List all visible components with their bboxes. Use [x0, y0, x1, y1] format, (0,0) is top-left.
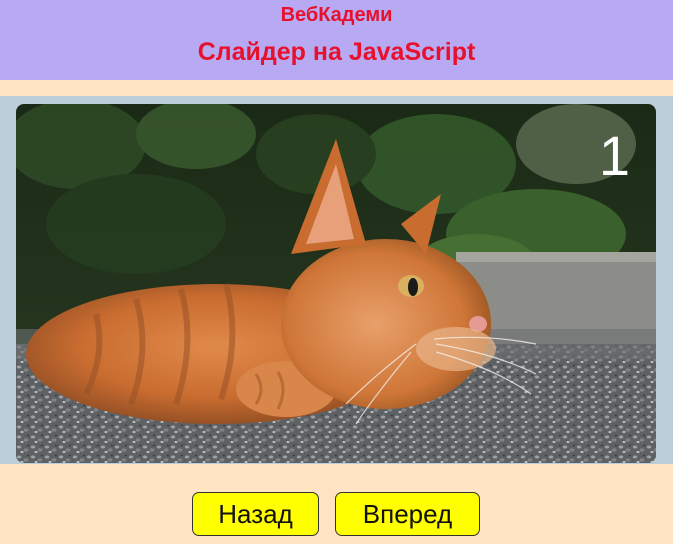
page-title: Слайдер на JavaScript: [197, 38, 476, 66]
page-header: ВебКадеми Слайдер на JavaScript: [0, 0, 673, 80]
brand-name: ВебКадеми: [280, 4, 393, 26]
slide-image: 1: [16, 104, 656, 463]
prev-button[interactable]: Назад: [192, 492, 319, 536]
next-button[interactable]: Вперед: [335, 492, 480, 536]
cat-photo: [16, 104, 656, 463]
slider-frame: 1: [0, 96, 673, 464]
slide-counter: 1: [598, 124, 630, 187]
